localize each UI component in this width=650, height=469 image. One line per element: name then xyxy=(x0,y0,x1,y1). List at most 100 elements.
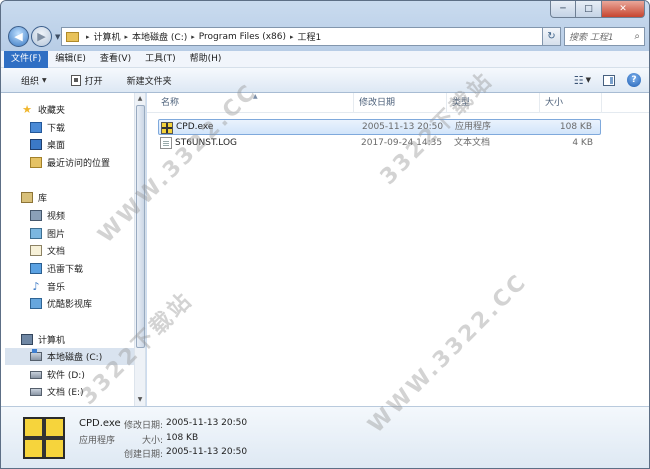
details-created-label: 创建日期: xyxy=(123,450,163,460)
breadcrumb-separator[interactable]: ▸ xyxy=(191,33,195,41)
open-button[interactable]: 打开 xyxy=(63,70,111,90)
sidebar-libraries[interactable]: 库 xyxy=(21,189,133,206)
details-file-name: CPD.exe xyxy=(79,418,121,429)
menu-tools[interactable]: 工具(T) xyxy=(138,51,183,68)
breadcrumb-separator[interactable]: ▸ xyxy=(290,33,294,41)
open-label: 打开 xyxy=(84,76,103,87)
title-bar: ─ □ ✕ ◀ ▶ ▼ ▸ 计算机 ▸ 本地磁盘 (C:) ▸ Program … xyxy=(1,1,649,51)
breadcrumb-separator[interactable]: ▸ xyxy=(125,33,129,41)
navigation-scrollbar[interactable]: ▲ ▼ xyxy=(134,93,145,406)
forward-button[interactable]: ▶ xyxy=(31,26,52,47)
sidebar-item-label: 本地磁盘 (C:) xyxy=(47,353,103,363)
sidebar-item-downloads[interactable]: 下载 xyxy=(30,119,133,136)
minimize-button[interactable]: ─ xyxy=(550,1,576,18)
refresh-button[interactable]: ↻ xyxy=(542,27,561,46)
youku-library-icon xyxy=(30,298,42,309)
organize-button[interactable]: 组织 ▼ xyxy=(13,70,55,90)
recent-places-icon xyxy=(30,157,42,168)
organize-label: 组织 xyxy=(21,76,40,87)
sidebar-item-label: 桌面 xyxy=(47,141,66,151)
navigation-pane: ★ 收藏夹 下载 桌面 最近访问的位置 库 视频 图片 文档 迅雷下载 ♪ 音乐… xyxy=(1,93,146,406)
details-size-label: 大小: xyxy=(141,436,163,446)
document-icon xyxy=(30,245,42,256)
change-view-icon[interactable]: ☷ xyxy=(572,74,586,87)
details-created-value: 2005-11-13 20:50 xyxy=(166,447,248,457)
scroll-down-icon[interactable]: ▼ xyxy=(135,395,145,405)
sidebar-item-label: 视频 xyxy=(47,212,66,222)
file-date: 2005-11-13 20:50 xyxy=(362,122,444,132)
help-icon[interactable]: ? xyxy=(627,73,641,87)
sidebar-item-label: 文档 xyxy=(47,247,66,257)
sidebar-favorites[interactable]: ★ 收藏夹 xyxy=(21,101,133,118)
drive-icon xyxy=(30,387,42,396)
breadcrumb-program-files[interactable]: Program Files (x86) xyxy=(199,32,286,42)
search-icon[interactable]: ⌕ xyxy=(634,31,640,42)
scroll-up-icon[interactable]: ▲ xyxy=(135,94,145,104)
menu-file[interactable]: 文件(F) xyxy=(4,50,49,68)
system-drive-icon xyxy=(30,349,42,361)
maximize-button[interactable]: □ xyxy=(576,1,602,18)
sidebar-item-documents[interactable]: 文档 xyxy=(30,242,133,259)
sidebar-item-drive-e[interactable]: 文档 (E:) xyxy=(30,383,133,400)
scrollbar-thumb[interactable] xyxy=(136,105,145,348)
sidebar-item-recent[interactable]: 最近访问的位置 xyxy=(30,154,133,171)
menu-help[interactable]: 帮助(H) xyxy=(183,51,229,68)
desktop-icon xyxy=(30,139,42,150)
file-type: 应用程序 xyxy=(455,122,492,132)
download-icon xyxy=(30,122,42,133)
explorer-window: ─ □ ✕ ◀ ▶ ▼ ▸ 计算机 ▸ 本地磁盘 (C:) ▸ Program … xyxy=(0,0,650,469)
back-button[interactable]: ◀ xyxy=(8,26,29,47)
folder-icon xyxy=(66,31,79,42)
new-folder-button[interactable]: 新建文件夹 xyxy=(119,70,180,90)
column-header-name[interactable]: 名称 xyxy=(156,93,354,113)
close-button[interactable]: ✕ xyxy=(602,1,645,18)
menu-bar: 文件(F) 编辑(E) 查看(V) 工具(T) 帮助(H) xyxy=(1,50,649,68)
sidebar-item-drive-d[interactable]: 软件 (D:) xyxy=(30,366,133,383)
column-header-date[interactable]: 修改日期 xyxy=(354,93,447,113)
sidebar-item-label: 计算机 xyxy=(38,336,66,346)
window-controls: ─ □ ✕ xyxy=(550,1,645,18)
file-name: ST6UNST.LOG xyxy=(175,138,238,148)
sidebar-item-label: 库 xyxy=(38,194,48,204)
file-type: 文本文档 xyxy=(454,138,491,148)
picture-icon xyxy=(30,228,42,239)
breadcrumb-separator[interactable]: ▸ xyxy=(86,33,90,41)
sidebar-item-pictures[interactable]: 图片 xyxy=(30,225,133,242)
sidebar-computer[interactable]: 计算机 xyxy=(21,331,133,348)
recent-pages-dropdown[interactable]: ▼ xyxy=(55,33,60,41)
preview-pane-icon[interactable] xyxy=(603,74,615,86)
drive-icon xyxy=(30,370,42,379)
chevron-down-icon[interactable]: ▼ xyxy=(586,76,591,84)
file-row-cpd-exe[interactable]: CPD.exe 2005-11-13 20:50 应用程序 108 KB xyxy=(158,119,601,135)
search-input[interactable]: 搜索 工程1 ⌕ xyxy=(564,27,645,46)
details-modified-value: 2005-11-13 20:50 xyxy=(166,418,248,428)
sidebar-item-music[interactable]: ♪ 音乐 xyxy=(30,278,133,295)
file-list: ▲ 名称 修改日期 类型 大小 CPD.exe 2005-11-13 20:50… xyxy=(147,93,649,406)
column-header-type[interactable]: 类型 xyxy=(447,93,540,113)
menu-edit[interactable]: 编辑(E) xyxy=(48,51,93,68)
sidebar-item-drive-c[interactable]: 本地磁盘 (C:) xyxy=(5,348,134,365)
details-file-type: 应用程序 xyxy=(79,436,116,446)
file-row-st6unst-log[interactable]: ST6UNST.LOG 2017-09-24 14:35 文本文档 4 KB xyxy=(158,136,601,152)
application-icon xyxy=(161,122,173,134)
sidebar-item-youku[interactable]: 优酷影视库 xyxy=(30,295,133,312)
breadcrumb-current-folder[interactable]: 工程1 xyxy=(298,30,322,43)
open-icon xyxy=(70,74,81,86)
breadcrumb-computer[interactable]: 计算机 xyxy=(94,30,121,43)
search-placeholder: 搜索 工程1 xyxy=(569,33,614,43)
address-bar[interactable]: ▸ 计算机 ▸ 本地磁盘 (C:) ▸ Program Files (x86) … xyxy=(61,27,560,46)
column-header-size[interactable]: 大小 xyxy=(540,93,602,113)
sidebar-item-videos[interactable]: 视频 xyxy=(30,207,133,224)
new-folder-label: 新建文件夹 xyxy=(126,76,172,87)
sidebar-item-desktop[interactable]: 桌面 xyxy=(30,136,133,153)
video-icon xyxy=(30,210,42,221)
column-header-row: ▲ 名称 修改日期 类型 大小 xyxy=(147,93,649,113)
menu-view[interactable]: 查看(V) xyxy=(93,51,138,68)
command-bar: 组织 ▼ 打开 新建文件夹 ☷ ▼ ? xyxy=(1,68,649,93)
details-modified-label: 修改日期: xyxy=(123,421,163,431)
breadcrumb-drive-c[interactable]: 本地磁盘 (C:) xyxy=(132,30,187,43)
sidebar-item-xunlei[interactable]: 迅雷下载 xyxy=(30,260,133,277)
details-size-value: 108 KB xyxy=(166,433,199,443)
application-large-icon xyxy=(23,417,65,459)
sidebar-item-label: 图片 xyxy=(47,230,66,240)
